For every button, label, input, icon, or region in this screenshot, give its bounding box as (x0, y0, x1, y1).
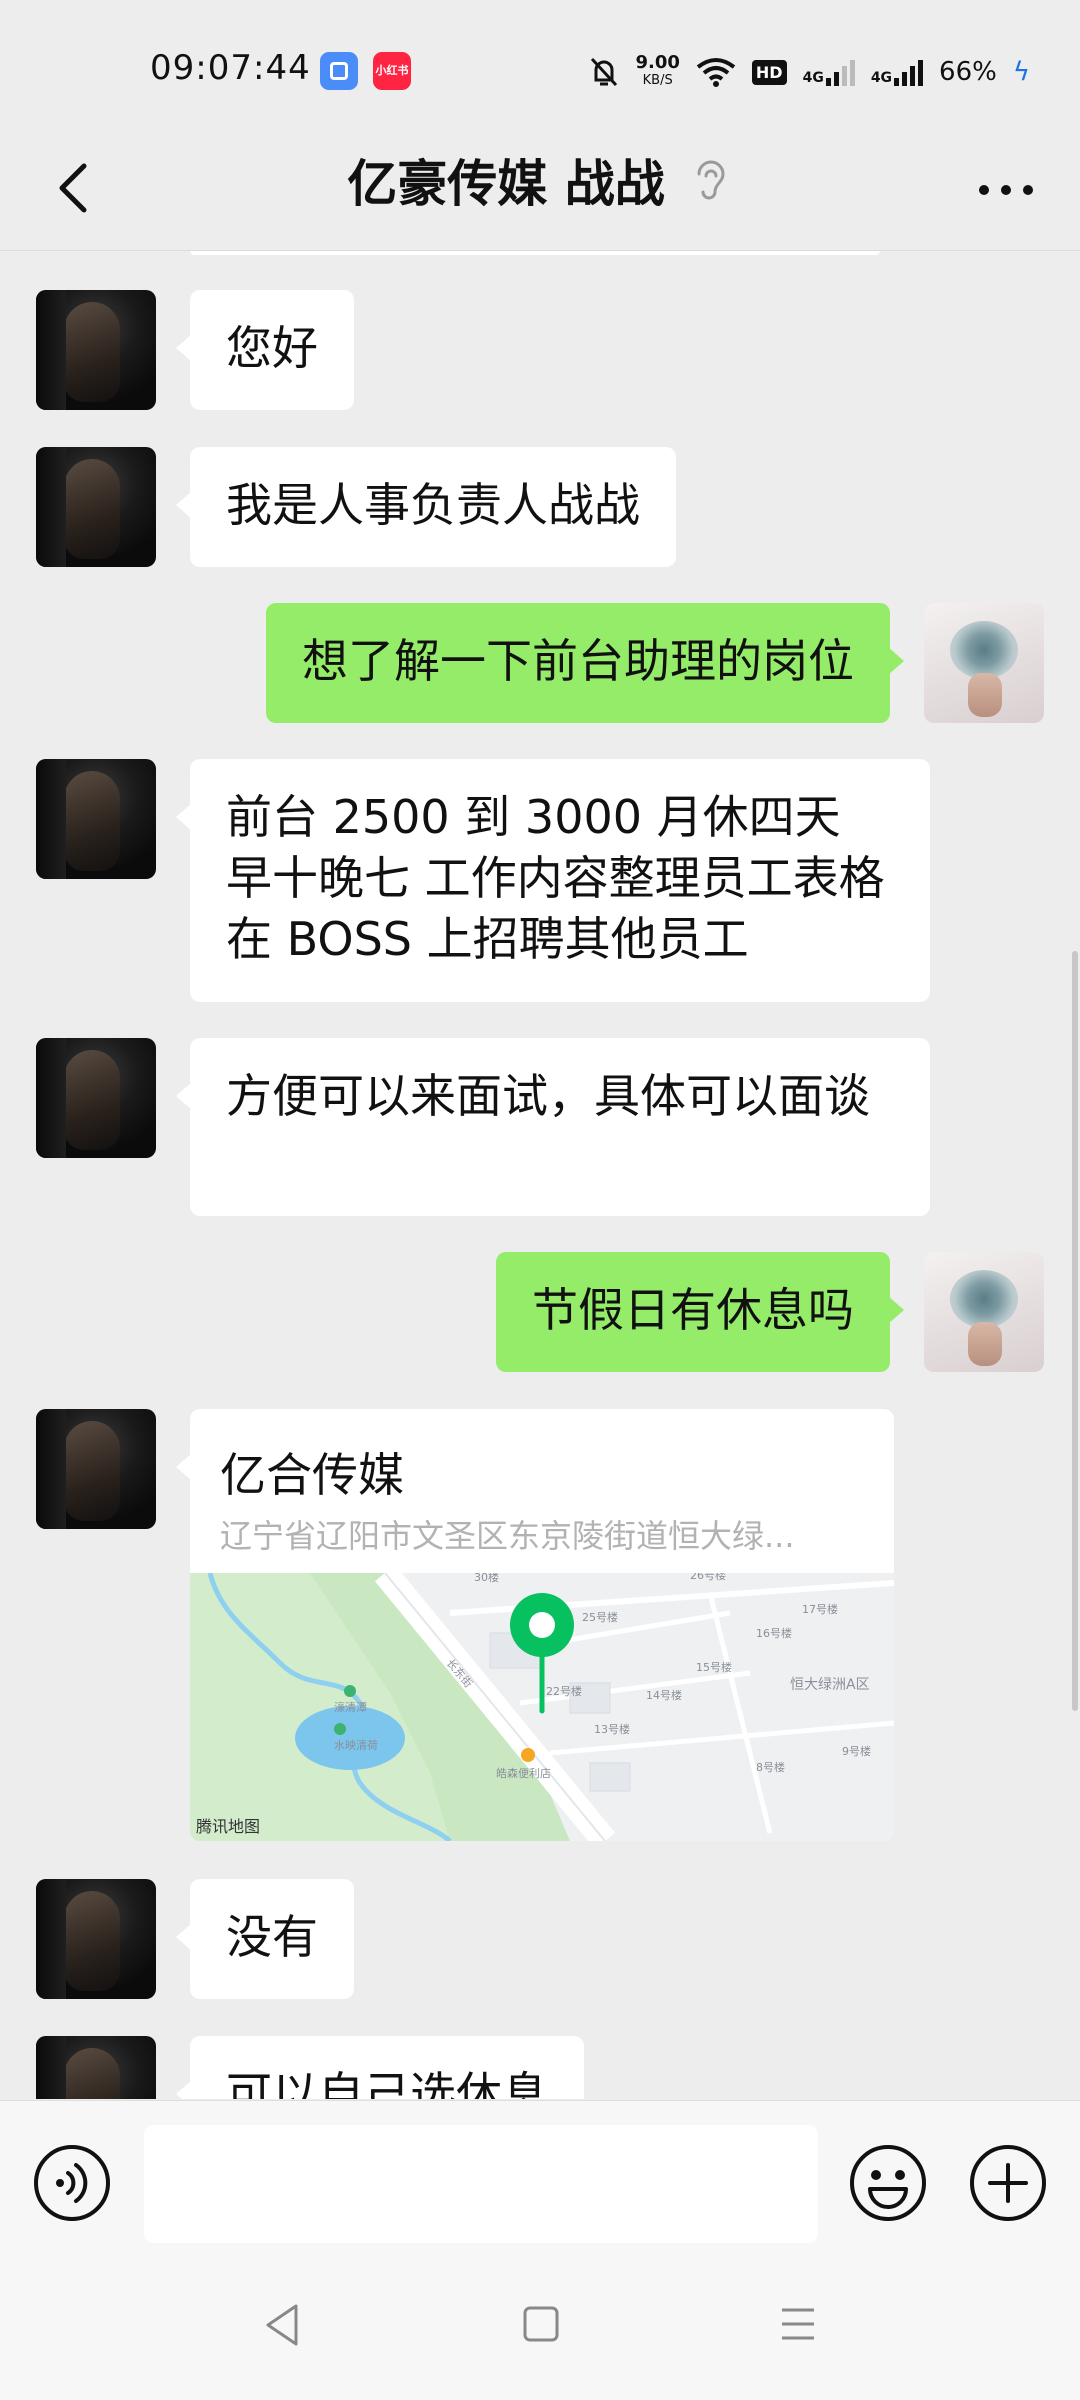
battery-level: 66% (939, 57, 997, 87)
status-bar: 09:07:44 小红书 9.00 KB/S HD 4G 4G 66% ϟ (0, 0, 1080, 130)
map-label: 皓森便利店 (496, 1766, 551, 1780)
nav-back-icon[interactable] (262, 2302, 302, 2348)
map-label: 30楼 (474, 1573, 499, 1584)
signal-1-icon: 4G (803, 58, 855, 86)
my-avatar[interactable] (924, 603, 1044, 723)
contact-avatar[interactable] (36, 290, 156, 410)
contact-avatar[interactable] (36, 1038, 156, 1158)
more-options-icon[interactable] (966, 160, 1046, 220)
network-speed: 9.00 KB/S (635, 52, 680, 89)
signal-2-icon: 4G (871, 58, 924, 86)
scrollbar[interactable] (1072, 951, 1078, 1711)
contact-avatar[interactable] (36, 2036, 156, 2099)
incoming-message-bubble[interactable]: 前台 2500 到 3000 月休四天 早十晚七 工作内容整理员工表格在 BOS… (176, 759, 930, 1002)
map-label: 9号楼 (842, 1744, 871, 1758)
incoming-message-bubble[interactable]: 我是人事负责人战战 (176, 447, 676, 567)
chat-title[interactable]: 亿豪传媒 战战 (347, 144, 664, 216)
map-label: 25号楼 (582, 1610, 618, 1624)
location-card[interactable]: 亿合传媒 辽宁省辽阳市文圣区东京陵街道恒大绿... 30楼 26号楼 25号楼 … (190, 1409, 894, 1841)
map-label: 16号楼 (756, 1626, 792, 1640)
location-name: 亿合传媒 (220, 1448, 404, 1502)
map-label: 濠清潭 (334, 1700, 367, 1714)
map-image: 30楼 26号楼 25号楼 17号楼 16号楼 15号楼 14号楼 22号楼 1… (190, 1564, 894, 1841)
contact-avatar[interactable] (36, 1409, 156, 1529)
my-avatar[interactable] (924, 1252, 1044, 1372)
voice-input-icon[interactable] (32, 2143, 112, 2223)
chat-title-group: 亿豪传媒 战战 (0, 144, 1080, 216)
map-label: 26号楼 (690, 1573, 726, 1582)
incoming-message-bubble[interactable]: 没有 (176, 1879, 354, 1999)
previous-message-edge (190, 251, 880, 255)
contact-avatar[interactable] (36, 447, 156, 567)
mute-bell-icon (591, 57, 618, 87)
nav-recents-icon[interactable] (778, 2304, 818, 2344)
emoji-icon[interactable] (848, 2143, 928, 2223)
wifi-icon (696, 58, 736, 87)
nav-home-icon[interactable] (522, 2304, 560, 2344)
map-label: 13号楼 (594, 1722, 630, 1736)
map-label: 14号楼 (646, 1688, 682, 1702)
incoming-message-bubble[interactable]: 方便可以来面试，具体可以面谈 (176, 1038, 930, 1216)
chat-header: 亿豪传媒 战战 (0, 130, 1080, 251)
hd-voice-icon: HD (751, 59, 787, 85)
contact-avatar[interactable] (36, 1879, 156, 1999)
app-notification-icon (320, 52, 358, 90)
charging-icon: ϟ (1012, 57, 1030, 87)
outgoing-message-bubble[interactable]: 节假日有休息吗 (496, 1252, 904, 1372)
xiaohongshu-icon: 小红书 (373, 52, 411, 90)
message-input[interactable] (144, 2125, 818, 2243)
composer-bar (0, 2100, 1080, 2261)
earpiece-mode-icon (697, 160, 725, 200)
contact-avatar[interactable] (36, 759, 156, 879)
status-time: 09:07:44 (150, 48, 311, 88)
system-navigation-bar (0, 2260, 1080, 2400)
map-credit: 腾讯地图 (196, 1817, 261, 1836)
map-label: 22号楼 (546, 1684, 582, 1698)
more-functions-icon[interactable] (968, 2143, 1048, 2223)
location-address: 辽宁省辽阳市文圣区东京陵街道恒大绿... (220, 1517, 795, 1555)
incoming-message-bubble[interactable]: 可以自己选休息 (176, 2036, 584, 2099)
message-list[interactable]: 您好 我是人事负责人战战 想了解一下前台助理的岗位 前台 2500 到 3000… (0, 251, 1080, 2099)
outgoing-message-bubble[interactable]: 想了解一下前台助理的岗位 (266, 603, 904, 723)
map-label: 恒大绿洲A区 (790, 1677, 870, 1693)
map-label: 水映清荷 (334, 1739, 378, 1752)
incoming-message-bubble[interactable]: 您好 (176, 290, 354, 410)
status-indicators: 9.00 KB/S HD 4G 4G 66% ϟ (589, 50, 1030, 94)
map-label: 8号楼 (756, 1760, 785, 1774)
location-map: 30楼 26号楼 25号楼 17号楼 16号楼 15号楼 14号楼 22号楼 1… (190, 1564, 894, 1841)
map-label: 17号楼 (802, 1602, 838, 1616)
map-label: 15号楼 (696, 1660, 732, 1674)
